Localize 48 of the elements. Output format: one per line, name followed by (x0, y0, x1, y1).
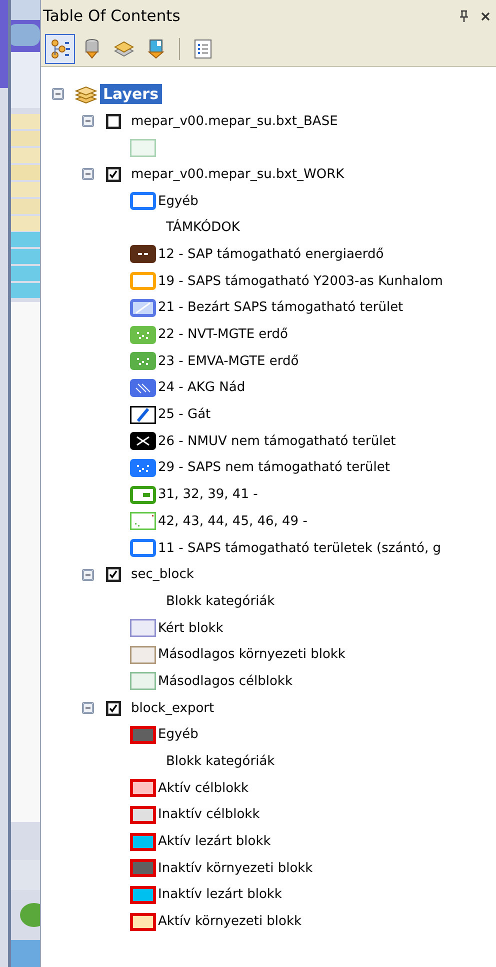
legend-label: 22 - NVT-MGTE erdő (158, 327, 288, 342)
legend-label: 26 - NMUV nem támogatható terület (158, 434, 396, 449)
layer-checkbox[interactable] (106, 700, 121, 716)
list-icon (192, 38, 214, 60)
close-icon[interactable] (481, 12, 490, 20)
legend-label: Egyéb (158, 194, 198, 209)
drawing-order-button[interactable] (45, 34, 75, 64)
legend-label: Másodlagos célblokk (158, 674, 292, 689)
layer-name[interactable]: mepar_v00.mepar_su.bxt_BASE (131, 114, 338, 129)
layer-name[interactable]: mepar_v00.mepar_su.bxt_WORK (131, 166, 344, 182)
legend-label: Aktív lezárt blokk (158, 834, 271, 850)
panel-title: Table Of Contents (43, 7, 182, 25)
map-icon (145, 38, 167, 60)
legend-label: 12 - SAP támogatható energiaerdő (158, 246, 384, 262)
layers-icon (74, 84, 98, 104)
legend-label: Másodlagos környezeti blokk (158, 647, 346, 662)
legend-label: Inaktív környezeti blokk (158, 860, 313, 876)
legend-heading: TÁMKÓDOK (166, 220, 240, 236)
legend-label: 11 - SAPS támogatható területek (szántó, g (158, 540, 441, 556)
legend-label: 19 - SAPS támogatható Y2003-as Kunhalom (158, 274, 443, 289)
legend-label: Inaktív célblokk (158, 807, 260, 822)
legend-heading: Blokk kategóriák (166, 594, 275, 609)
legend-label: 42, 43, 44, 45, 46, 49 - (158, 514, 308, 529)
layer-name[interactable]: sec_block (131, 567, 194, 582)
legend-label: 23 - EMVA-MGTE erdő (158, 354, 299, 369)
expand-toggle[interactable] (82, 568, 94, 581)
expand-toggle[interactable] (82, 115, 94, 128)
legend-label: 25 - Gát (158, 407, 211, 422)
legend-label: 31, 32, 39, 41 - (158, 487, 258, 502)
layer-checkbox[interactable] (106, 114, 121, 129)
expand-toggle[interactable] (82, 168, 94, 180)
layer-name[interactable]: block_export (131, 700, 214, 716)
legend-label: Aktív környezeti blokk (158, 914, 302, 930)
legend-label: Aktív célblokk (158, 780, 249, 796)
legend-label: Kért blokk (158, 620, 224, 636)
expand-toggle[interactable] (82, 702, 94, 714)
legend-label: Inaktív lezárt blokk (158, 887, 282, 902)
legend-label: 29 - SAPS nem támogatható terület (158, 460, 390, 476)
legend-label: 24 - AKG Nád (158, 380, 246, 396)
layer-checkbox[interactable] (106, 567, 121, 582)
layer-checkbox[interactable] (106, 166, 121, 182)
hierarchy-icon (49, 38, 71, 60)
layers-label[interactable]: Layers (100, 84, 162, 104)
pin-icon[interactable] (459, 10, 469, 22)
legend-label: 21 - Bezárt SAPS támogatható terület (158, 300, 404, 316)
expand-toggle[interactable] (52, 88, 64, 100)
legend-heading: Blokk kategóriák (166, 754, 275, 770)
legend-label: Egyéb (158, 727, 198, 742)
